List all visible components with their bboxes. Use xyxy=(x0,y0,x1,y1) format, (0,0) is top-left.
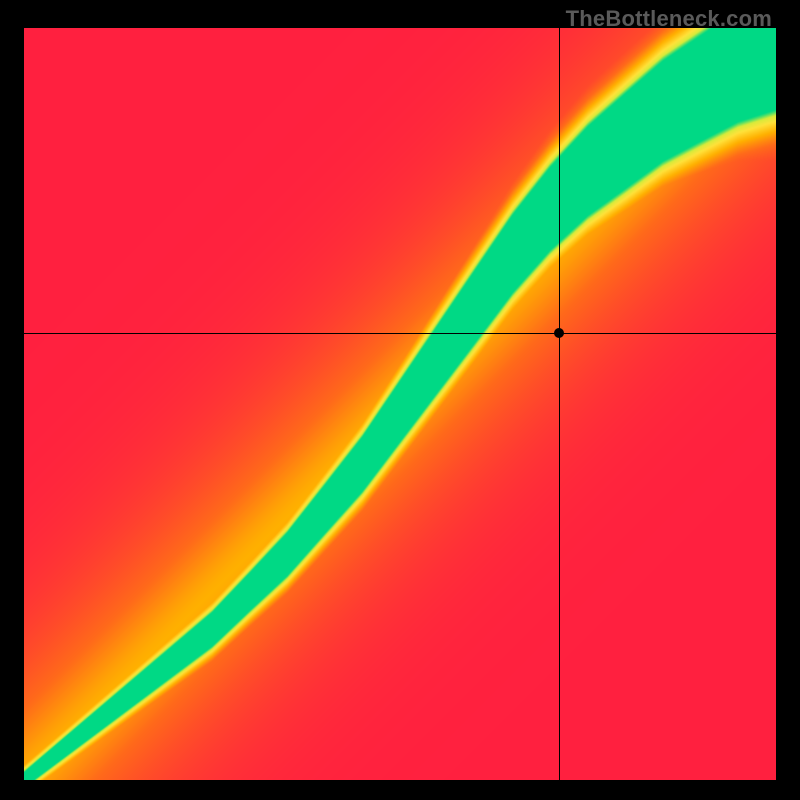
crosshair-horizontal xyxy=(24,333,776,334)
heatmap-canvas xyxy=(24,28,776,780)
marker-dot xyxy=(554,328,564,338)
chart-frame: TheBottleneck.com xyxy=(0,0,800,800)
crosshair-vertical xyxy=(559,28,560,780)
